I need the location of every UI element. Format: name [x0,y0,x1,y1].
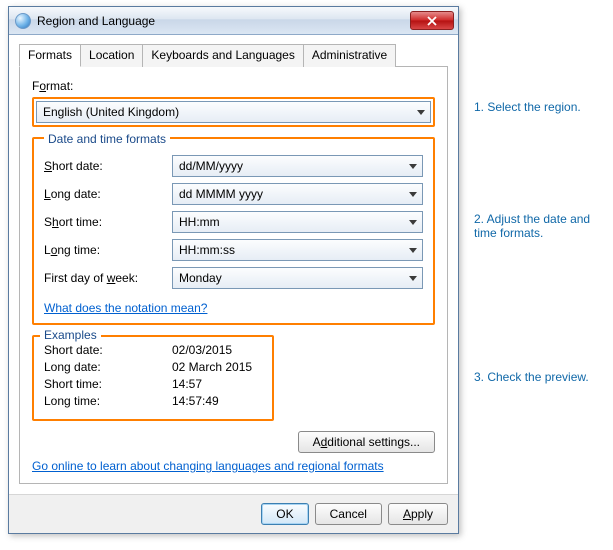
dropdown-value: dd/MM/yyyy [173,159,404,173]
tab-location[interactable]: Location [80,44,143,67]
datetime-dropdown-0[interactable]: dd/MM/yyyy [172,155,423,177]
chevron-down-icon [412,110,430,115]
dropdown-value: dd MMMM yyyy [173,187,404,201]
annotation-2: 2. Adjust the date and time formats. [474,212,604,240]
example-label: Long time: [44,394,172,408]
apply-button[interactable]: Apply [388,503,448,525]
example-value: 02/03/2015 [172,343,232,357]
notation-link[interactable]: What does the notation mean? [44,301,207,315]
example-value: 14:57:49 [172,394,219,408]
dropdown-value: Monday [173,271,404,285]
datetime-legend: Date and time formats [44,132,170,146]
tab-formats[interactable]: Formats [19,44,81,67]
tab-administrative[interactable]: Administrative [303,44,396,67]
datetime-row-label: Short time: [44,215,172,229]
window-title: Region and Language [37,14,410,28]
cancel-button[interactable]: Cancel [315,503,382,525]
datetime-row: Long time:HH:mm:ss [44,239,423,261]
highlight-region: English (United Kingdom) [32,97,435,127]
example-label: Short time: [44,377,172,391]
datetime-row-label: Long time: [44,243,172,257]
example-value: 02 March 2015 [172,360,252,374]
datetime-formats-group: Date and time formats Short date:dd/MM/y… [36,141,431,321]
chevron-down-icon [404,248,422,253]
datetime-row: Short date:dd/MM/yyyy [44,155,423,177]
example-value: 14:57 [172,377,202,391]
datetime-row: Long date:dd MMMM yyyy [44,183,423,205]
chevron-down-icon [404,220,422,225]
globe-icon [15,13,31,29]
example-label: Short date: [44,343,172,357]
tabstrip: Formats Location Keyboards and Languages… [19,43,448,67]
example-row: Short time:14:57 [44,377,262,391]
highlight-datetime: Date and time formats Short date:dd/MM/y… [32,137,435,325]
close-icon [427,16,437,26]
close-button[interactable] [410,11,454,30]
tab-keyboards-languages[interactable]: Keyboards and Languages [142,44,303,67]
titlebar[interactable]: Region and Language [9,7,458,35]
additional-settings-button[interactable]: Additional settings... [298,431,435,453]
annotation-1: 1. Select the region. [474,100,581,114]
region-language-dialog: Region and Language Formats Location Key… [8,6,459,534]
dropdown-value: HH:mm [173,215,404,229]
datetime-row-label: Short date: [44,159,172,173]
format-dropdown[interactable]: English (United Kingdom) [36,101,431,123]
ok-button[interactable]: OK [261,503,308,525]
chevron-down-icon [404,164,422,169]
datetime-row-label: Long date: [44,187,172,201]
examples-group: Examples Short date:02/03/2015Long date:… [32,335,274,421]
format-label: Format: [32,79,435,93]
go-online-link[interactable]: Go online to learn about changing langua… [32,459,384,473]
example-label: Long date: [44,360,172,374]
datetime-row: First day of week:Monday [44,267,423,289]
datetime-dropdown-4[interactable]: Monday [172,267,423,289]
format-dropdown-value: English (United Kingdom) [37,105,412,119]
examples-legend: Examples [40,328,101,342]
dropdown-value: HH:mm:ss [173,243,404,257]
chevron-down-icon [404,276,422,281]
example-row: Short date:02/03/2015 [44,343,262,357]
datetime-dropdown-3[interactable]: HH:mm:ss [172,239,423,261]
annotation-3: 3. Check the preview. [474,370,589,384]
dialog-footer: OK Cancel Apply [9,494,458,533]
formats-pane: Format: English (United Kingdom) Date an… [19,67,448,484]
example-row: Long time:14:57:49 [44,394,262,408]
example-row: Long date:02 March 2015 [44,360,262,374]
datetime-dropdown-2[interactable]: HH:mm [172,211,423,233]
datetime-row-label: First day of week: [44,271,172,285]
datetime-dropdown-1[interactable]: dd MMMM yyyy [172,183,423,205]
datetime-row: Short time:HH:mm [44,211,423,233]
chevron-down-icon [404,192,422,197]
